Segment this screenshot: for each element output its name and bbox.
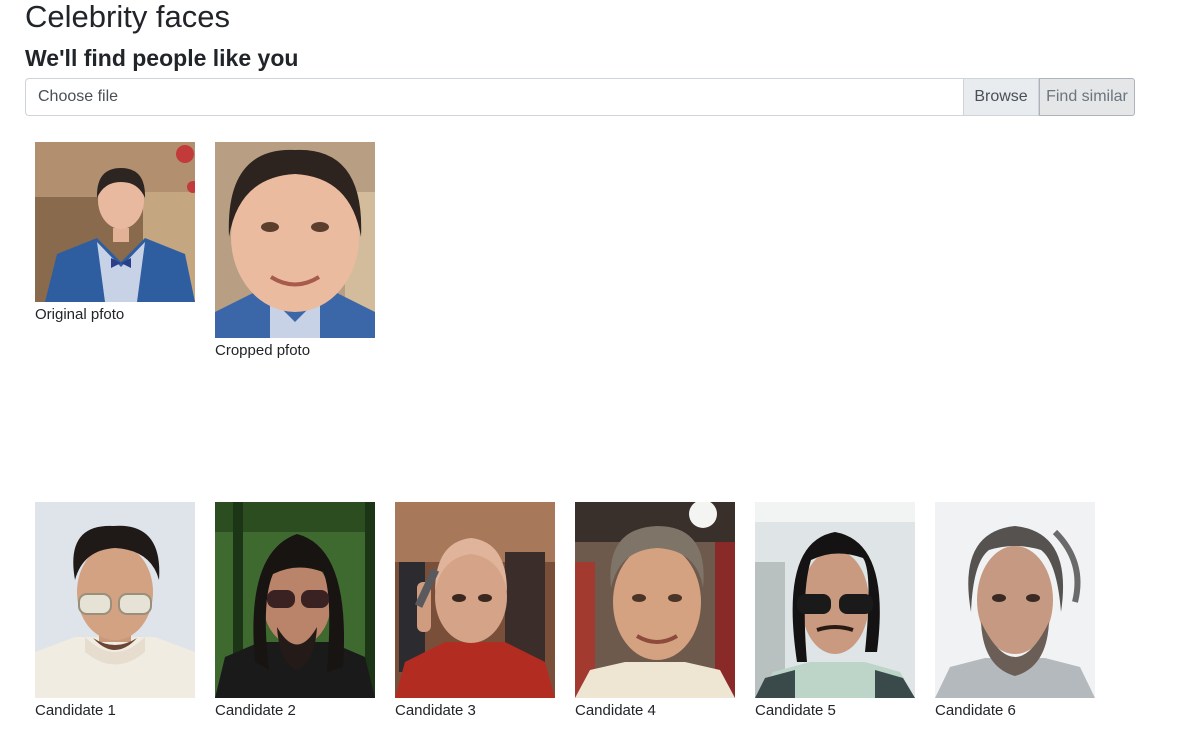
page-subtitle: We'll find people like you bbox=[25, 45, 299, 71]
candidate-card: Candidate 3 bbox=[395, 502, 555, 721]
original-photo-caption: Original pfoto bbox=[35, 306, 125, 323]
candidate-photo[interactable] bbox=[215, 502, 375, 698]
candidate-card: Candidate 5 bbox=[755, 502, 915, 721]
browse-button[interactable]: Browse bbox=[963, 78, 1039, 116]
candidate-caption: Candidate 3 bbox=[395, 702, 476, 719]
file-input[interactable]: Choose file bbox=[25, 78, 963, 116]
cropped-photo-caption: Cropped pfoto bbox=[215, 342, 311, 359]
candidate-caption: Candidate 5 bbox=[755, 702, 836, 719]
candidate-caption: Candidate 4 bbox=[575, 702, 656, 719]
candidate-caption: Candidate 6 bbox=[935, 702, 1016, 719]
cropped-photo-card: Cropped pfoto bbox=[215, 142, 375, 361]
page: Celebrity faces We'll find people like y… bbox=[0, 0, 1186, 756]
page-title: Celebrity faces bbox=[25, 0, 231, 34]
find-similar-button[interactable]: Find similar bbox=[1039, 78, 1135, 116]
original-photo-card: Original pfoto bbox=[35, 142, 195, 325]
candidate-caption: Candidate 1 bbox=[35, 702, 116, 719]
candidate-photo[interactable] bbox=[35, 502, 195, 698]
candidate-photo[interactable] bbox=[395, 502, 555, 698]
original-photo bbox=[35, 142, 195, 302]
candidate-photo[interactable] bbox=[755, 502, 915, 698]
candidate-card: Candidate 4 bbox=[575, 502, 735, 721]
candidate-photo[interactable] bbox=[935, 502, 1095, 698]
candidate-card: Candidate 6 bbox=[935, 502, 1095, 721]
upload-form: Choose file Browse Find similar bbox=[25, 78, 1135, 116]
cropped-photo bbox=[215, 142, 375, 338]
candidate-card: Candidate 1 bbox=[35, 502, 195, 721]
candidate-photo[interactable] bbox=[575, 502, 735, 698]
candidate-caption: Candidate 2 bbox=[215, 702, 296, 719]
candidate-card: Candidate 2 bbox=[215, 502, 375, 721]
